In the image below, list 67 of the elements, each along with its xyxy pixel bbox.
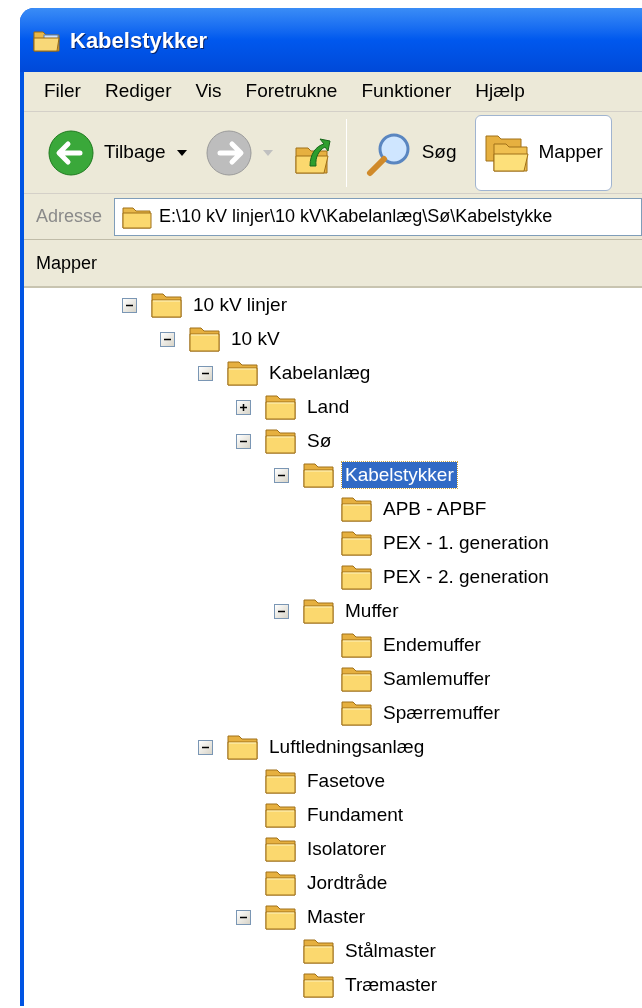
folder-icon xyxy=(226,732,260,762)
folder-icon xyxy=(340,562,374,592)
address-value: E:\10 kV linjer\10 kV\Kabelanlæg\Sø\Kabelstykke xyxy=(159,205,553,228)
menu-item[interactable]: Hjælp xyxy=(475,77,525,106)
search-button[interactable]: Søg xyxy=(356,114,466,191)
tree-item[interactable]: Isolatorer xyxy=(304,836,390,862)
tree-item[interactable]: Stålmaster xyxy=(342,938,439,964)
folder-icon xyxy=(340,664,374,694)
folder-icon xyxy=(264,902,298,932)
address-field[interactable]: E:\10 kV linjer\10 kV\Kabelanlæg\Sø\Kabelstykke xyxy=(114,197,642,236)
expander-minus-icon[interactable] xyxy=(198,365,213,381)
caret-icon xyxy=(261,148,274,157)
expander-minus-icon[interactable] xyxy=(160,331,175,347)
menu-item[interactable]: Foretrukne xyxy=(245,77,338,106)
caret-icon xyxy=(175,148,188,157)
expander-minus-icon[interactable] xyxy=(236,433,251,449)
tree-item[interactable]: Samlemuffer xyxy=(380,666,494,692)
back-button[interactable]: Tilbage xyxy=(44,122,192,183)
expander-minus-icon[interactable] xyxy=(198,739,213,755)
folder-icon xyxy=(302,936,336,966)
tree-item[interactable]: Fasetove xyxy=(304,768,389,794)
tree-item[interactable]: Luftledningsanlæg xyxy=(266,734,428,760)
folder-icon xyxy=(302,596,336,626)
window-title: Kabelstykker xyxy=(70,26,207,55)
tree-item[interactable]: PEX - 2. generation xyxy=(380,564,552,590)
expander-minus-icon[interactable] xyxy=(122,297,137,313)
folder-icon xyxy=(264,426,298,456)
tree-item[interactable]: Kabelanlæg xyxy=(266,360,374,386)
menu-item[interactable]: Vis xyxy=(195,77,222,106)
expander-minus-icon[interactable] xyxy=(274,467,289,483)
folder-icon xyxy=(188,324,222,354)
folder-icon xyxy=(302,460,336,490)
folder-icon xyxy=(226,358,260,388)
menu-item[interactable]: Filer xyxy=(44,77,81,106)
tree-item[interactable]: PEX - 1. generation xyxy=(380,530,552,556)
tree-item[interactable]: Fundament xyxy=(304,802,407,828)
folder-icon xyxy=(340,528,374,558)
tree-item[interactable]: Endemuffer xyxy=(380,632,484,658)
tree-item[interactable]: Jordtråde xyxy=(304,870,391,896)
tree-item[interactable]: Træmaster xyxy=(342,972,441,998)
tree-item[interactable]: 10 kV xyxy=(228,326,283,352)
menu-item[interactable]: Rediger xyxy=(104,77,172,106)
folder-icon xyxy=(264,800,298,830)
folder-icon xyxy=(264,392,298,422)
expander-plus-icon[interactable] xyxy=(236,399,251,415)
folder-icon xyxy=(340,630,374,660)
expander-minus-icon[interactable] xyxy=(236,909,251,925)
menu-item[interactable]: Funktioner xyxy=(361,77,452,106)
folder-icon xyxy=(264,868,298,898)
folder-icon xyxy=(264,766,298,796)
pane-title: Mapper xyxy=(36,251,98,275)
tree-item[interactable]: Master xyxy=(304,904,369,930)
tree-item[interactable]: APB - APBF xyxy=(380,496,490,522)
tree-item[interactable]: Kabelstykker xyxy=(342,462,457,488)
folders-button[interactable]: Mapper xyxy=(475,114,612,191)
address-label: Adresse xyxy=(35,205,104,228)
tree-item[interactable]: Muffer xyxy=(342,598,402,624)
folder-icon xyxy=(340,698,374,728)
tree-item[interactable]: Sø xyxy=(304,428,335,454)
folder-icon xyxy=(302,970,336,1000)
tree-item[interactable]: 10 kV linjer xyxy=(190,292,290,318)
folder-icon xyxy=(340,494,374,524)
tree-item[interactable]: Land xyxy=(304,394,353,420)
folder-icon xyxy=(264,834,298,864)
expander-minus-icon[interactable] xyxy=(274,603,289,619)
folder-icon xyxy=(150,290,184,320)
tree-item[interactable]: Spærremuffer xyxy=(380,700,503,726)
